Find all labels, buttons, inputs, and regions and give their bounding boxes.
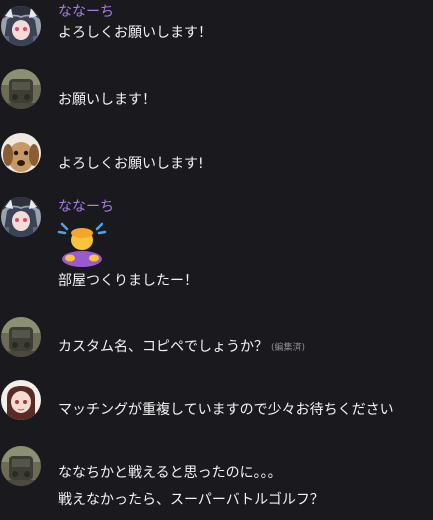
message-text: ななちかと戦えると思ったのに。。。 [58, 465, 282, 481]
message-text: 部屋つくりましたー！ [58, 273, 198, 289]
message-text: よろしくお願いします！ [58, 25, 212, 41]
chat-message-list: ななーち よろしくお願いします！ お願いします！ よろしくお願いします! ななー… [0, 0, 433, 520]
edited-label: (編集済) [271, 343, 306, 353]
avatar-ななーち[interactable] [1, 6, 41, 46]
message-text: カスタム名、コピペでしょうか？ (編集済) [58, 337, 305, 358]
message-text: よろしくお願いします! [58, 156, 204, 172]
message-text: マッチングが重複していますので少々お待ちください [58, 402, 394, 418]
avatar-user[interactable] [1, 317, 41, 357]
avatar-ななーち[interactable] [1, 197, 41, 237]
username[interactable]: ななーち [58, 3, 114, 21]
message-text: 戦えなかったら、スーパーバトルゴルフ？ [58, 492, 324, 508]
username[interactable]: ななーち [58, 198, 114, 216]
message-text: お願いします！ [58, 92, 156, 108]
message-body: カスタム名、コピペでしょうか？ [58, 339, 268, 355]
avatar-user[interactable] [1, 133, 41, 173]
avatar-user[interactable] [1, 380, 41, 420]
avatar-user[interactable] [1, 69, 41, 109]
person-bowing-emoji [57, 222, 107, 267]
avatar-user[interactable] [1, 446, 41, 486]
